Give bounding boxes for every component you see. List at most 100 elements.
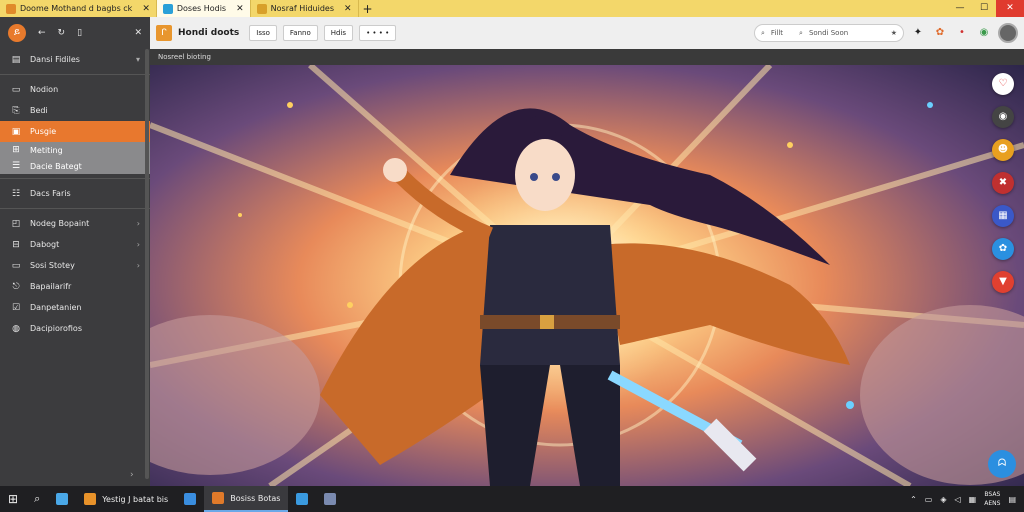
chevron-icon: ▾ <box>135 55 140 64</box>
close-icon[interactable]: ✕ <box>134 28 142 38</box>
sidebar-item[interactable]: ⊞ Metiting <box>0 142 150 158</box>
app-icon <box>212 492 225 504</box>
floating-action-button[interactable]: ☻ <box>992 139 1014 161</box>
taskbar-app[interactable] <box>48 486 76 512</box>
floating-action-button[interactable]: ✿ <box>992 238 1014 260</box>
dot-icon[interactable]: • <box>954 25 970 41</box>
sidebar-item[interactable]: ◍ Dacipiorofios <box>0 318 150 339</box>
sidebar-item[interactable]: ☰ Dacie Bategt <box>0 158 150 174</box>
sidebar-item-label: Dacs Faris <box>30 189 71 198</box>
tab-favicon-icon <box>6 3 16 14</box>
tab-close-icon[interactable]: ✕ <box>236 4 244 14</box>
chat-fab-button[interactable]: ᗣ <box>988 450 1016 478</box>
refresh-icon[interactable]: ↻ <box>58 28 66 38</box>
sidebar-item[interactable]: ☑ Danpetanien <box>0 297 150 318</box>
content-header: Nosreel bioting <box>150 49 1024 65</box>
app-toolbar: ᒋ Hondi doots Isso Fanno Hdis • • • • ⌕ … <box>150 17 1024 49</box>
chevron-icon: › <box>136 219 140 228</box>
floating-action-button[interactable]: ✖ <box>992 172 1014 194</box>
sidebar-item-label: Danpetanien <box>30 303 82 312</box>
chevron-icon: › <box>136 261 140 270</box>
sidebar-item[interactable]: ⎋ Bapailarifr <box>0 276 150 297</box>
tab-close-icon[interactable]: ✕ <box>142 4 150 14</box>
sidebar-item[interactable]: ▣ Pusgie <box>0 121 150 142</box>
sidebar-item-label: Dacipiorofios <box>30 324 82 333</box>
network-icon[interactable]: ◈ <box>940 495 946 504</box>
sidebar: ይ ← ↻ ▯ ✕ ▤ Dansi Fidiles ▾ ▭ Nodion ⎘ Bedi ▣ Pu… <box>0 17 150 486</box>
chevron-icon: › <box>136 240 140 249</box>
avatar[interactable] <box>998 23 1018 43</box>
tab-favicon-icon <box>256 3 267 14</box>
sidebar-header: ይ ← ↻ ▯ ✕ <box>0 17 150 49</box>
toolbar-title: Hondi doots <box>178 28 240 38</box>
sidebar-item-icon: ⊟ <box>12 239 20 250</box>
sidebar-item[interactable]: ▤ Dansi Fidiles ▾ <box>0 49 150 70</box>
tab-close-icon[interactable]: ✕ <box>344 4 352 14</box>
chevron-up-icon[interactable]: ⌃ <box>910 495 917 504</box>
toolbar-more-button[interactable]: • • • • <box>359 25 397 41</box>
app-icon <box>296 493 309 505</box>
sidebar-item[interactable]: ☷ Dacs Faris <box>0 183 150 204</box>
app-icon <box>56 493 69 505</box>
sidebar-item-icon: ▭ <box>11 84 21 95</box>
close-button[interactable]: ✕ <box>996 0 1024 17</box>
app-icon <box>324 493 337 505</box>
maximize-button[interactable]: ☐ <box>972 0 996 17</box>
tab-favicon-icon <box>162 3 173 14</box>
star-icon[interactable]: ★ <box>891 29 897 37</box>
toolbar-button-3[interactable]: Hdis <box>323 25 354 41</box>
taskbar-app[interactable] <box>176 486 204 512</box>
sidebar-item[interactable]: ⊟ Dabogt › <box>0 234 150 255</box>
sidebar-item[interactable]: ▭ Nodion <box>0 79 150 100</box>
new-tab-button[interactable]: + <box>359 2 377 16</box>
toolbar-button-1[interactable]: Isso <box>249 25 277 41</box>
image-viewer[interactable] <box>150 65 1024 486</box>
sidebar-item[interactable]: ⎘ Bedi <box>0 100 150 121</box>
sidebar-item-label: Pusgie <box>30 127 57 136</box>
tab-bar: Doome Mothand d bagbs ck ✕ Doses Hodis ✕… <box>0 0 1024 17</box>
floating-action-button[interactable]: ◉ <box>992 106 1014 128</box>
settings-icon[interactable]: ✿ <box>932 25 948 41</box>
battery-icon[interactable]: ▭ <box>925 495 933 504</box>
tab-3[interactable]: Nosraf Hiduides ✕ <box>251 0 359 17</box>
sidebar-item-label: Metiting <box>30 145 63 155</box>
taskbar-app[interactable] <box>288 486 316 512</box>
sidebar-item-icon: ▣ <box>11 126 21 137</box>
taskbar-app[interactable] <box>316 486 344 512</box>
start-button[interactable]: ⊞ <box>0 486 26 512</box>
taskbar-app[interactable]: Yestig J batat bis <box>76 486 176 512</box>
tab-1[interactable]: Doome Mothand d bagbs ck ✕ <box>0 0 157 17</box>
app-logo-icon[interactable]: ይ <box>8 24 26 42</box>
taskbar-app[interactable]: Bosiss Botas <box>204 486 289 512</box>
bookmark-icon[interactable]: ▯ <box>77 28 82 38</box>
extension-icon[interactable]: ✦ <box>910 25 926 41</box>
toolbar-button-2[interactable]: Fanno <box>282 25 318 41</box>
search-icon[interactable]: ⌕ <box>26 486 48 512</box>
floating-action-button[interactable]: ▦ <box>992 205 1014 227</box>
sidebar-item-icon: ⎋ <box>12 281 20 292</box>
sidebar-item-label: Sosi Stotey <box>30 261 75 270</box>
minimize-button[interactable]: — <box>948 0 972 17</box>
sidebar-item-label: Bedi <box>30 106 48 115</box>
sidebar-item-icon: ☰ <box>11 161 21 171</box>
window-controls: — ☐ ✕ <box>948 0 1024 17</box>
floating-action-button[interactable]: ♡ <box>992 73 1014 95</box>
volume-icon[interactable]: ◁ <box>955 495 961 504</box>
tab-2[interactable]: Doses Hodis ✕ <box>156 0 251 17</box>
globe-icon[interactable]: ◉ <box>976 25 992 41</box>
sidebar-item-icon: ⊞ <box>12 145 20 155</box>
taskbar-apps: Yestig J batat bis Bosiss Botas <box>48 486 344 512</box>
os-taskbar: ⊞ ⌕ Yestig J batat bis Bosiss Botas ⌃ ▭ ◈… <box>0 486 1024 512</box>
floating-action-button[interactable]: ▼ <box>992 271 1014 293</box>
sidebar-item-icon: ▭ <box>11 260 21 271</box>
sidebar-item[interactable]: ◰ Nodeg Bopaint › <box>0 213 150 234</box>
sidebar-scrollbar[interactable] <box>145 49 149 479</box>
chevron-right-icon[interactable]: › <box>130 470 134 480</box>
search-input[interactable]: ⌕ Fillt ⌕ Sondi Soon ★ <box>754 24 904 42</box>
clock[interactable]: BSAS AENS <box>984 490 1000 508</box>
sidebar-item-label: Bapailarifr <box>30 282 72 291</box>
back-arrow-icon[interactable]: ← <box>38 28 46 38</box>
language-icon[interactable]: ▦ <box>969 495 977 504</box>
sidebar-item[interactable]: ▭ Sosi Stotey › <box>0 255 150 276</box>
notification-icon[interactable]: ▤ <box>1008 495 1016 504</box>
